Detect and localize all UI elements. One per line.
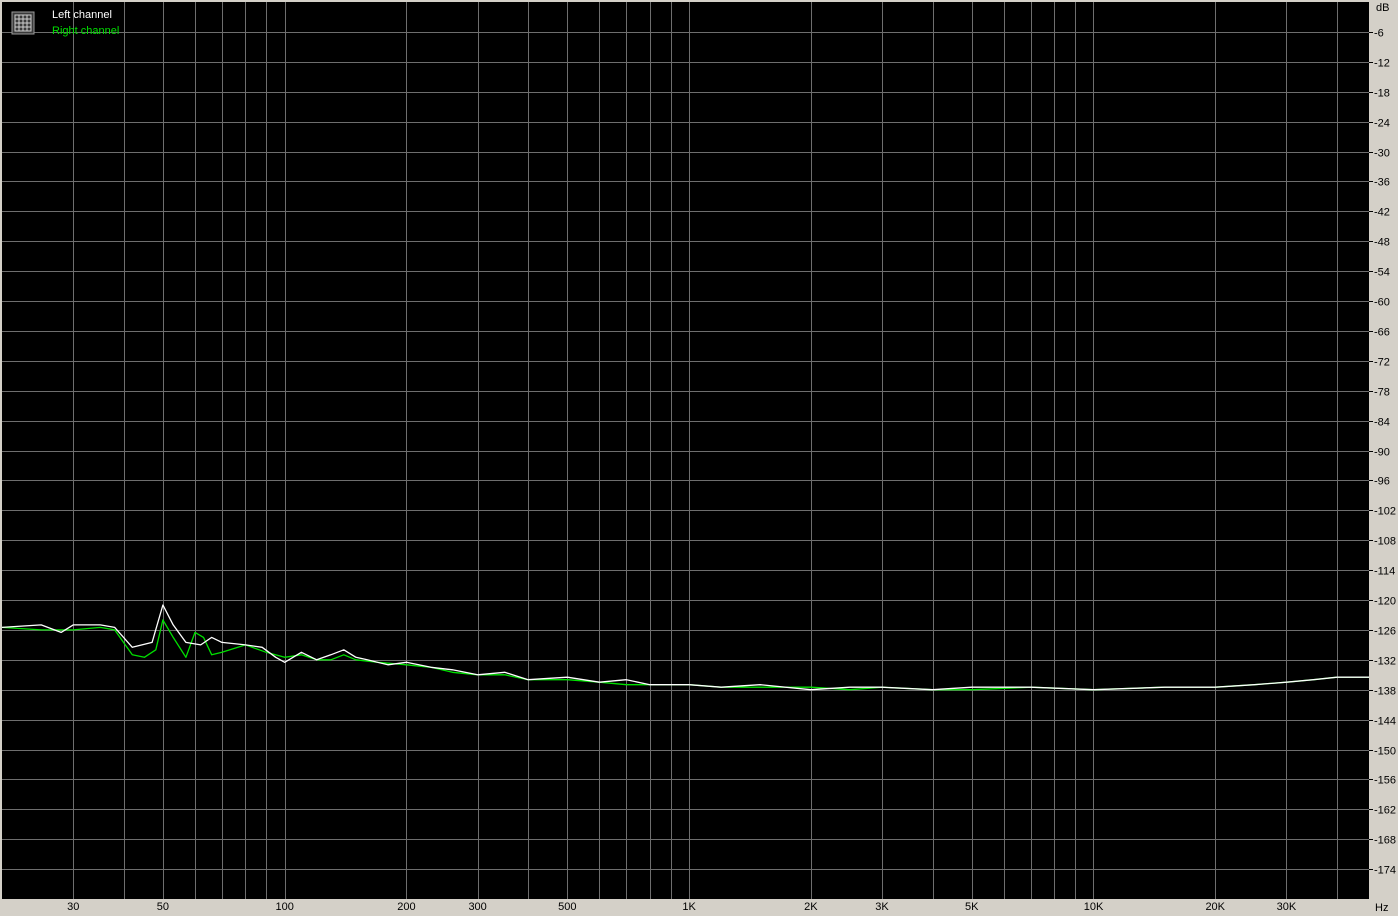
legend-toggle-icon[interactable] xyxy=(11,11,35,35)
x-tick-label: 3K xyxy=(875,901,889,913)
y-tick-label: -12 xyxy=(1374,58,1390,70)
y-tick-label: -168 xyxy=(1374,835,1396,847)
x-unit-label: Hz xyxy=(1375,902,1388,914)
y-tick-label: -84 xyxy=(1374,417,1390,429)
x-tick-label: 5K xyxy=(965,901,979,913)
y-tick-label: -174 xyxy=(1374,865,1396,877)
y-tick-label: -48 xyxy=(1374,237,1390,249)
x-tick-label: 300 xyxy=(468,901,486,913)
y-tick-label: -54 xyxy=(1374,267,1390,279)
y-tick-label: -102 xyxy=(1374,506,1396,518)
x-tick-label: 10K xyxy=(1084,901,1104,913)
y-tick-label: -144 xyxy=(1374,716,1396,728)
y-tick-label: -66 xyxy=(1374,327,1390,339)
y-tick-label: -72 xyxy=(1374,357,1390,369)
x-tick-label: 200 xyxy=(397,901,415,913)
y-tick-label: -114 xyxy=(1374,566,1395,578)
spectrum-chart: -6 -12 -18 -24 -30 -36 -42 -48 -54 -60 -66 -72 -78 -8… xyxy=(0,0,1398,916)
y-tick-label: -90 xyxy=(1374,447,1390,459)
y-tick-label: -78 xyxy=(1374,387,1390,399)
y-tick-label: -60 xyxy=(1374,297,1390,309)
x-tick-label: 30K xyxy=(1277,901,1297,913)
x-tick-label: 500 xyxy=(558,901,576,913)
x-tick-label: 2K xyxy=(804,901,818,913)
y-tick-label: -120 xyxy=(1374,596,1396,608)
y-tick-label: -126 xyxy=(1374,626,1396,638)
y-tick-label: -156 xyxy=(1374,775,1396,787)
legend-right-channel: Right channel xyxy=(52,25,119,37)
y-unit-label: dB xyxy=(1376,2,1389,14)
y-tick-label: -138 xyxy=(1374,686,1396,698)
y-tick-label: -24 xyxy=(1374,118,1390,130)
y-tick-label: -108 xyxy=(1374,536,1396,548)
y-tick-label: -42 xyxy=(1374,207,1390,219)
y-tick-label: -6 xyxy=(1374,28,1384,40)
y-tick-label: -96 xyxy=(1374,476,1390,488)
y-tick-label: -30 xyxy=(1374,148,1390,160)
x-tick-label: 1K xyxy=(682,901,696,913)
y-tick-label: -18 xyxy=(1374,88,1390,100)
x-tick-label: 50 xyxy=(157,901,169,913)
x-tick-label: 30 xyxy=(67,901,79,913)
plot-area xyxy=(2,2,1369,899)
x-tick-label: 100 xyxy=(275,901,293,913)
x-tick-label: 20K xyxy=(1205,901,1225,913)
legend-left-channel: Left channel xyxy=(52,9,112,21)
y-tick-label: -132 xyxy=(1374,656,1396,668)
y-tick-label: -36 xyxy=(1374,177,1390,189)
y-tick-label: -150 xyxy=(1374,746,1396,758)
y-tick-label: -162 xyxy=(1374,805,1396,817)
